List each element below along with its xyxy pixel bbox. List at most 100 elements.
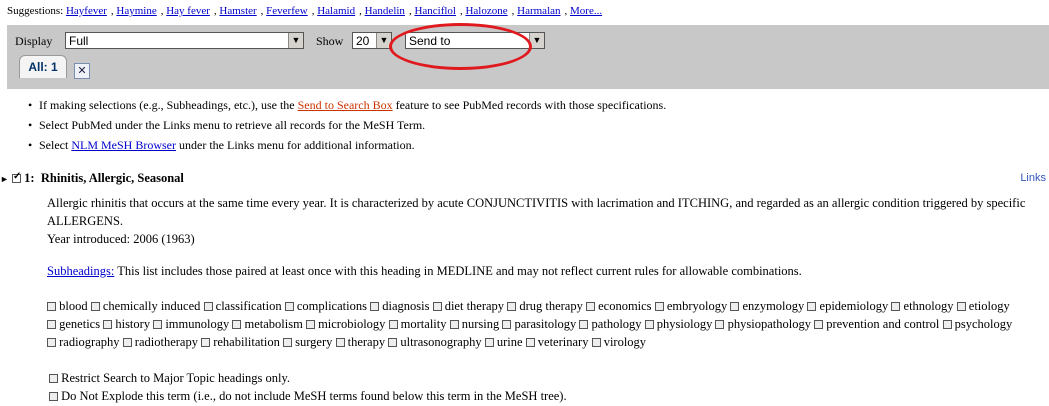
subheading-option: prevention and control (814, 317, 939, 331)
suggestion-link[interactable]: Hay fever (166, 5, 210, 17)
subheading-checkbox[interactable] (284, 302, 294, 311)
subheading-checkbox[interactable] (122, 338, 132, 347)
subheading-option: ethnology (891, 299, 954, 313)
suggestion-link[interactable]: Haymine (116, 5, 156, 17)
subheading-option: history (103, 317, 150, 331)
subheading-checkbox[interactable] (942, 320, 952, 329)
links-menu[interactable]: Links (1020, 172, 1046, 184)
subheading-checkbox[interactable] (153, 320, 163, 329)
suggestion-link[interactable]: More... (570, 5, 602, 17)
subheading-checkbox[interactable] (654, 302, 664, 311)
subheading-option: radiotherapy (122, 335, 198, 349)
subheading-label: metabolism (244, 317, 303, 331)
entry-number: 1: (24, 171, 35, 185)
subheading-checkbox[interactable] (585, 302, 595, 311)
subheading-option: classification (203, 299, 282, 313)
subheading-checkbox[interactable] (201, 338, 211, 347)
subheading-label: physiology (656, 317, 713, 331)
subheading-label: rehabilitation (213, 335, 280, 349)
subheading-checkbox[interactable] (525, 338, 535, 347)
entry-checkbox[interactable] (12, 171, 21, 183)
suggestion-link[interactable]: Harmalan (517, 5, 560, 17)
subheading-checkbox[interactable] (730, 302, 740, 311)
subheading-label: psychology (954, 317, 1013, 331)
show-select[interactable]: 20 ▼ (352, 32, 392, 49)
subheading-label: etiology (968, 299, 1010, 313)
subheading-checkbox[interactable] (370, 302, 380, 311)
subheading-option: economics (585, 299, 652, 313)
arrow-right-icon: ► (0, 174, 9, 184)
subheading-option: radiography (47, 335, 120, 349)
entry-title: Rhinitis, Allergic, Seasonal (40, 171, 184, 185)
subheading-checkbox[interactable] (644, 320, 654, 329)
no-explode-label: Do Not Explode this term (i.e., do not i… (61, 389, 567, 403)
subheading-label: ultrasonography (400, 335, 482, 349)
display-select[interactable]: Full ▼ (65, 32, 304, 49)
subheading-checkbox[interactable] (507, 302, 517, 311)
subheading-checkbox[interactable] (47, 302, 56, 311)
year-introduced: Year introduced: 2006 (1963) (47, 232, 195, 246)
subheading-option: enzymology (730, 299, 804, 313)
subheading-label: nursing (461, 317, 500, 331)
subheading-option: physiology (644, 317, 713, 331)
subheading-label: immunology (165, 317, 230, 331)
subheading-checkbox[interactable] (47, 320, 56, 329)
subheading-checkbox[interactable] (449, 320, 459, 329)
entry-description: Allergic rhinitis that occurs at the sam… (47, 194, 1042, 248)
tab-all[interactable]: All: 1 (19, 55, 67, 78)
subheading-label: urine (496, 335, 523, 349)
subheading-label: radiotherapy (134, 335, 198, 349)
subheading-checkbox[interactable] (502, 320, 512, 329)
subheadings-note: Subheadings: This list includes those pa… (47, 264, 802, 279)
suggestion-links: Hayfever, Haymine, Hay fever, Hamster, F… (65, 5, 603, 17)
highlight-circle (389, 23, 532, 70)
subheading-checkbox[interactable] (305, 320, 315, 329)
subheading-checkbox[interactable] (814, 320, 824, 329)
suggestion-link[interactable]: Hanciflol (414, 5, 456, 17)
subheading-checkbox[interactable] (388, 338, 398, 347)
subheading-checkbox[interactable] (203, 302, 213, 311)
no-explode-option: Do Not Explode this term (i.e., do not i… (49, 389, 567, 404)
subheading-checkbox[interactable] (956, 302, 966, 311)
subheading-label: epidemiology (819, 299, 889, 313)
suggestions-label: Suggestions: (7, 5, 64, 17)
subheading-checkbox[interactable] (90, 302, 100, 311)
subheading-checkbox[interactable] (103, 320, 113, 329)
subheading-option: chemically induced (90, 299, 200, 313)
subheading-label: therapy (347, 335, 386, 349)
restrict-major-checkbox[interactable] (49, 374, 58, 383)
suggestion-link[interactable]: Halamid (317, 5, 355, 17)
send-to-search-box-link[interactable]: Send to Search Box (298, 98, 393, 112)
restrict-major-label: Restrict Search to Major Topic headings … (61, 371, 291, 385)
subheading-option: physiopathology (715, 317, 811, 331)
mesh-browser-link[interactable]: NLM MeSH Browser (71, 138, 176, 152)
results-toolbar: Display Full ▼ Show 20 ▼ Send to ▼ All: … (7, 25, 1049, 89)
subheading-checkbox[interactable] (891, 302, 901, 311)
subheading-checkbox[interactable] (715, 320, 725, 329)
subheading-option: virology (591, 335, 646, 349)
tab-tools-icon[interactable]: ✕ (74, 63, 90, 79)
subheading-option: veterinary (525, 335, 588, 349)
subheading-checkbox[interactable] (232, 320, 242, 329)
subheading-checkbox[interactable] (807, 302, 817, 311)
subheadings-link[interactable]: Subheadings: (47, 264, 114, 278)
subheading-checkbox[interactable] (388, 320, 398, 329)
subheading-checkbox[interactable] (47, 338, 56, 347)
no-explode-checkbox[interactable] (49, 392, 58, 401)
subheading-checkbox[interactable] (579, 320, 589, 329)
suggestion-link[interactable]: Hayfever (66, 5, 107, 17)
subheading-option: ultrasonography (388, 335, 482, 349)
subheading-checkbox[interactable] (335, 338, 345, 347)
suggestion-link[interactable]: Handelin (365, 5, 405, 17)
subheading-option: blood (47, 299, 88, 313)
subheading-checkbox[interactable] (282, 338, 292, 347)
subheading-checkbox[interactable] (484, 338, 494, 347)
subheading-option: rehabilitation (201, 335, 280, 349)
description-text: Allergic rhinitis that occurs at the sam… (47, 196, 1026, 228)
subheading-checkbox[interactable] (591, 338, 601, 347)
subheading-checkbox[interactable] (432, 302, 442, 311)
suggestion-link[interactable]: Feverfew (266, 5, 308, 17)
suggestion-link[interactable]: Halozone (465, 5, 507, 17)
subheading-option: drug therapy (507, 299, 583, 313)
suggestion-link[interactable]: Hamster (219, 5, 256, 17)
